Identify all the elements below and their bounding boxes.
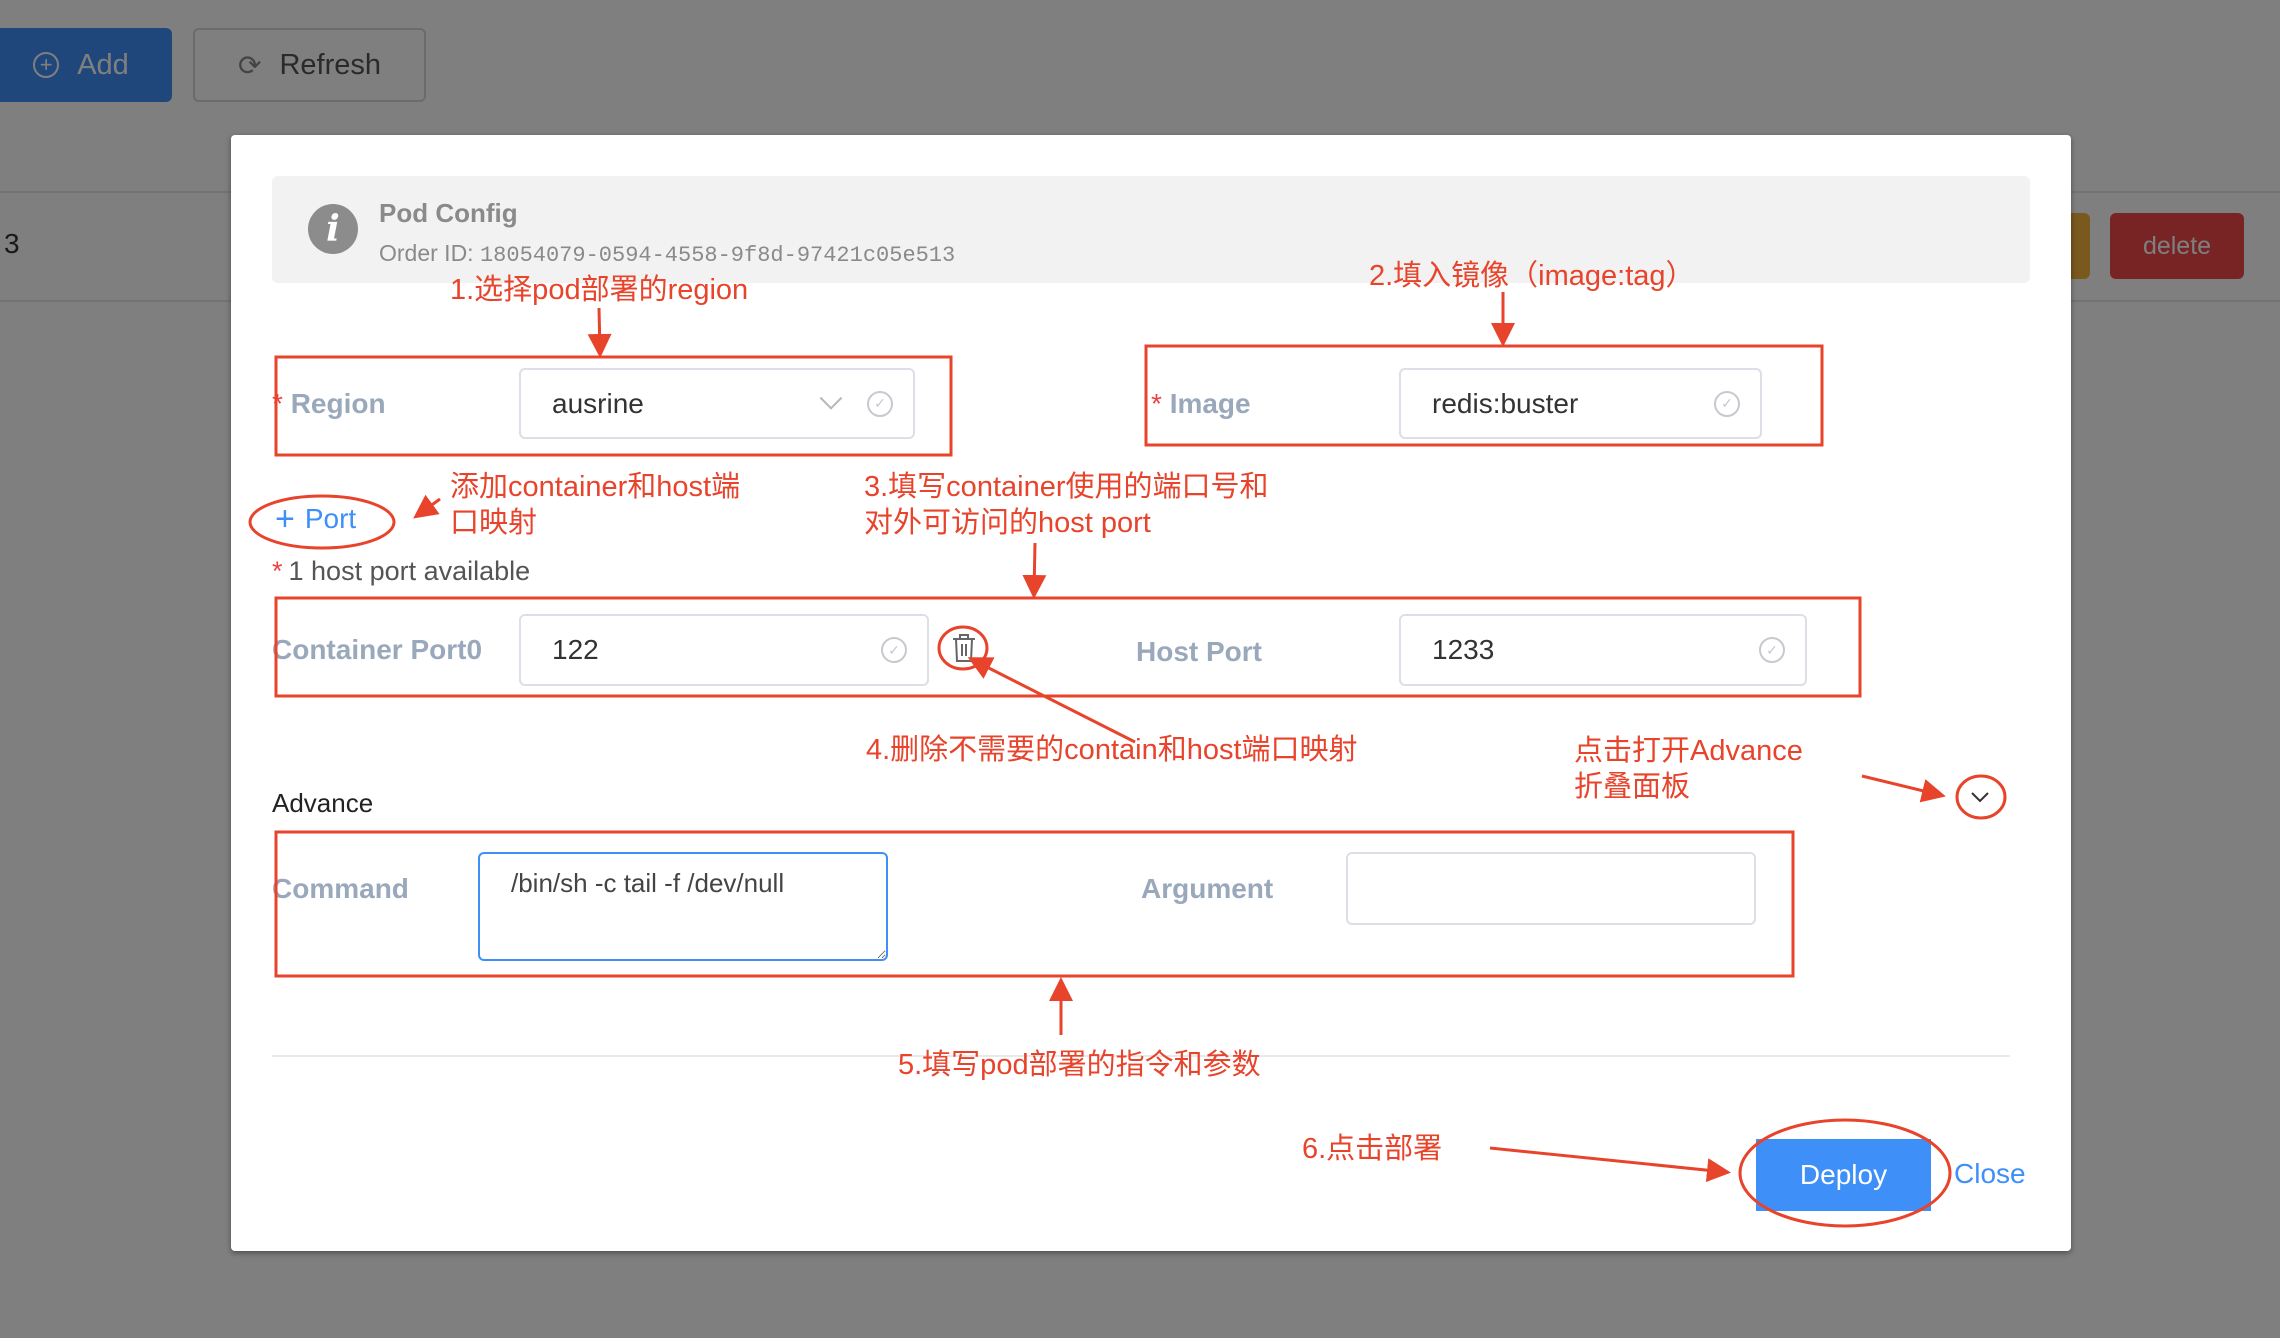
annotation-add-port-line1: 添加container和host端 xyxy=(450,471,741,503)
add-port-link[interactable]: + Port xyxy=(275,502,356,536)
host-port-hint: * 1 host port available xyxy=(272,556,530,587)
advance-title: Advance xyxy=(272,788,374,818)
chevron-down-icon xyxy=(819,386,843,410)
container-port-label: Container Port0 xyxy=(272,634,483,665)
host-port-value: 1233 xyxy=(1432,634,1495,665)
region-label: * Region xyxy=(272,388,386,420)
annotation-advance: 点击打开Advance 折叠面板 xyxy=(1574,733,1803,806)
check-circle-icon: ✓ xyxy=(1759,637,1785,663)
region-value: ausrine xyxy=(552,387,644,419)
order-id: Order ID: 18054079-0594-4558-9f8d-97421c… xyxy=(379,240,955,268)
image-label-text: Image xyxy=(1169,388,1251,419)
annotation-step3-line2: 对外可访问的host port xyxy=(864,507,1151,540)
command-textarea[interactable]: /bin/sh -c tail -f /dev/null xyxy=(478,852,888,961)
required-mark: * xyxy=(272,556,283,586)
trash-icon[interactable] xyxy=(951,633,977,663)
plus-icon: + xyxy=(275,500,295,538)
check-circle-icon: ✓ xyxy=(881,637,907,663)
check-circle-icon: ✓ xyxy=(1714,390,1740,417)
annotation-step5: 5.填写pod部署的指令和参数 xyxy=(898,1049,1261,1081)
alert-title: Pod Config xyxy=(379,198,518,228)
image-value: redis:buster xyxy=(1432,387,1579,419)
annotation-step2: 2.填入镜像（image:tag） xyxy=(1369,260,1695,292)
image-input[interactable]: redis:buster ✓ xyxy=(1399,368,1762,439)
image-label: * Image xyxy=(1151,388,1251,420)
argument-label: Argument xyxy=(1141,873,1274,904)
region-label-text: Region xyxy=(290,388,386,419)
required-mark: * xyxy=(1151,388,1162,419)
annotation-advance-line2: 折叠面板 xyxy=(1574,771,1691,804)
annotation-add-port-line2: 口映射 xyxy=(450,507,538,540)
chevron-down-icon[interactable] xyxy=(1970,790,1990,804)
check-circle-icon: ✓ xyxy=(867,390,893,417)
deploy-button[interactable]: Deploy xyxy=(1756,1139,1931,1211)
close-button[interactable]: Close xyxy=(1954,1158,2026,1190)
argument-input[interactable] xyxy=(1346,852,1756,925)
annotation-step6: 6.点击部署 xyxy=(1302,1133,1443,1165)
annotation-step4: 4.删除不需要的contain和host端口映射 xyxy=(866,734,1358,766)
order-id-label: Order ID: xyxy=(379,240,474,266)
info-icon: i xyxy=(308,204,358,254)
annotation-step1: 1.选择pod部署的region xyxy=(450,274,749,306)
region-select[interactable]: ausrine ✓ xyxy=(519,368,915,439)
host-port-input[interactable]: 1233 ✓ xyxy=(1399,614,1807,686)
annotation-step3: 3.填写container使用的端口号和 对外可访问的host port xyxy=(864,469,1269,542)
container-port-value: 122 xyxy=(552,634,599,665)
annotation-add-port: 添加container和host端 口映射 xyxy=(450,469,740,542)
order-id-value: 18054079-0594-4558-9f8d-97421c05e513 xyxy=(479,243,956,268)
container-port-input[interactable]: 122 ✓ xyxy=(519,614,929,686)
annotation-advance-line1: 点击打开Advance xyxy=(1574,735,1803,767)
host-port-label: Host Port xyxy=(1136,636,1262,667)
required-mark: * xyxy=(272,388,283,419)
host-port-hint-text: 1 host port available xyxy=(288,556,531,586)
add-port-label: Port xyxy=(304,503,357,534)
annotation-step3-line1: 3.填写container使用的端口号和 xyxy=(864,471,1269,503)
command-label: Command xyxy=(272,873,409,904)
